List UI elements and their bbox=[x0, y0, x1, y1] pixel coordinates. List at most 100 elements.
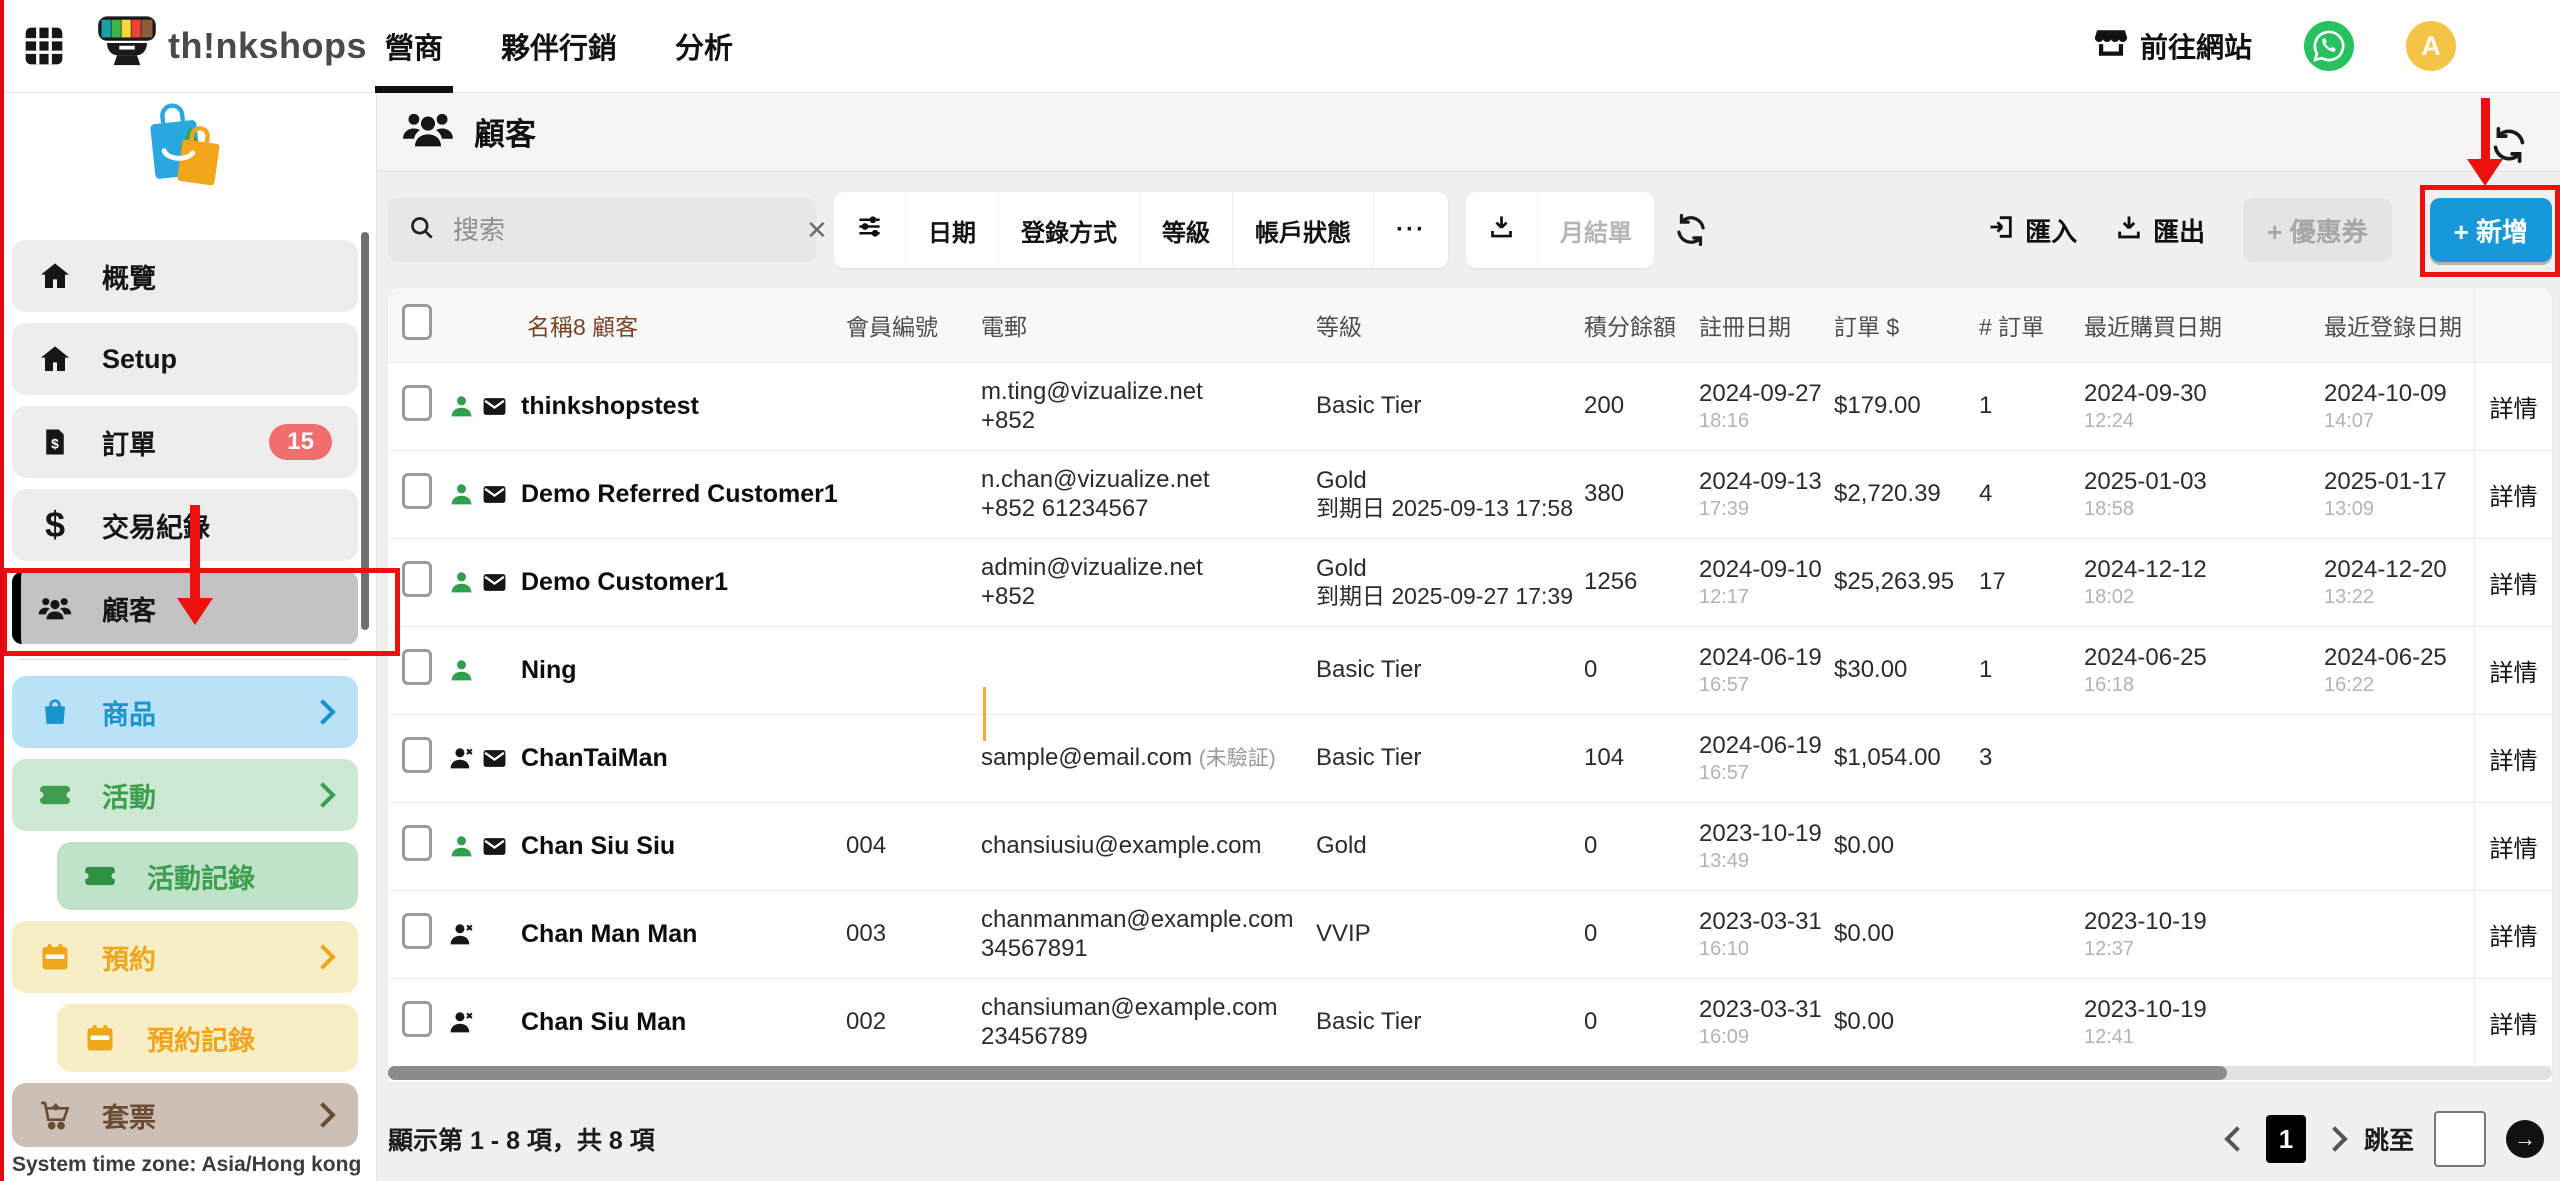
orders-amount: $0.00 bbox=[1796, 832, 1941, 860]
import-button[interactable]: 匯入 bbox=[1987, 212, 2077, 249]
sidebar-item-products[interactable]: 商品 bbox=[12, 676, 358, 748]
member-no: 004 bbox=[808, 832, 943, 860]
search-icon bbox=[408, 214, 435, 246]
row-checkbox[interactable] bbox=[402, 913, 432, 949]
filter-date-button[interactable]: 日期 bbox=[906, 192, 999, 268]
pagination: 1 跳至 → bbox=[2228, 1111, 2544, 1167]
sidebar-item-orders[interactable]: $ 訂單 15 bbox=[12, 406, 358, 478]
registered-date: 2023-03-3116:09 bbox=[1661, 996, 1796, 1050]
customer-name[interactable]: ChanTaiMan bbox=[521, 744, 668, 774]
row-checkbox[interactable] bbox=[402, 1001, 432, 1037]
last-login-date: 2024-06-2516:22 bbox=[2286, 644, 2474, 698]
filter-signup-method-button[interactable]: 登錄方式 bbox=[999, 192, 1140, 268]
column-header-email[interactable]: 電郵 bbox=[943, 308, 1278, 342]
column-header-last-login[interactable]: 最近登錄日期 bbox=[2286, 308, 2474, 342]
row-checkbox[interactable] bbox=[402, 473, 432, 509]
sliders-icon bbox=[856, 213, 883, 247]
registered-date: 2023-10-1913:49 bbox=[1661, 820, 1796, 874]
registered-date: 2024-09-2718:16 bbox=[1661, 380, 1796, 434]
table-row: NingBasic Tier02024-06-1916:57$30.001202… bbox=[388, 627, 2552, 715]
nav-tab-partner-marketing[interactable]: 夥伴行銷 bbox=[501, 25, 617, 67]
details-link[interactable]: 詳情 bbox=[2474, 891, 2552, 978]
sidebar-item-event-records[interactable]: 活動記錄 bbox=[57, 842, 358, 910]
current-page-button[interactable]: 1 bbox=[2266, 1115, 2306, 1163]
row-checkbox[interactable] bbox=[402, 649, 432, 685]
customer-name[interactable]: Chan Siu Siu bbox=[521, 832, 675, 862]
customer-name[interactable]: thinkshopstest bbox=[521, 392, 699, 422]
select-all-checkbox[interactable] bbox=[402, 304, 432, 340]
sidebar-scrollbar[interactable] bbox=[361, 232, 369, 630]
sidebar-item-transactions[interactable]: $ 交易紀錄 bbox=[12, 489, 358, 561]
column-header-tier[interactable]: 等級 bbox=[1278, 308, 1546, 342]
chevron-right-icon bbox=[310, 944, 335, 969]
download-statement-button[interactable] bbox=[1466, 192, 1538, 268]
details-link[interactable]: 詳情 bbox=[2474, 803, 2552, 890]
more-filters-button[interactable]: ··· bbox=[1374, 192, 1448, 268]
row-checkbox[interactable] bbox=[402, 385, 432, 421]
prev-page-icon[interactable] bbox=[2224, 1126, 2249, 1151]
brand-logo[interactable]: th!nkshops bbox=[96, 14, 367, 77]
details-link[interactable]: 詳情 bbox=[2474, 715, 2552, 802]
nav-tab-business[interactable]: 營商 bbox=[385, 25, 443, 67]
column-header-orders-count[interactable]: # 訂單 bbox=[1941, 308, 2046, 342]
member-status-icons bbox=[449, 1010, 521, 1035]
details-link[interactable]: 詳情 bbox=[2474, 451, 2552, 538]
points-balance: 104 bbox=[1546, 744, 1661, 772]
clear-search-icon[interactable]: ✕ bbox=[806, 215, 828, 246]
details-link[interactable]: 詳情 bbox=[2474, 539, 2552, 626]
page-title: 顧客 bbox=[474, 109, 536, 154]
registered-date: 2023-03-3116:10 bbox=[1661, 908, 1796, 962]
sidebar-item-events[interactable]: 活動 bbox=[12, 759, 358, 831]
sidebar-item-setup[interactable]: Setup bbox=[12, 323, 358, 395]
export-button[interactable]: 匯出 bbox=[2115, 212, 2205, 249]
add-coupon-button[interactable]: + 優惠券 bbox=[2243, 198, 2391, 262]
shop-logo-icon bbox=[120, 98, 250, 208]
nav-tab-analytics[interactable]: 分析 bbox=[675, 25, 733, 67]
customer-name[interactable]: Chan Man Man bbox=[521, 920, 697, 950]
column-header-member-no[interactable]: 會員編號 bbox=[808, 308, 943, 342]
last-purchase-date: 2023-10-1912:37 bbox=[2046, 908, 2286, 962]
horizontal-scrollbar-thumb[interactable] bbox=[388, 1066, 2227, 1080]
customer-name[interactable]: Demo Customer1 bbox=[521, 568, 728, 598]
add-customer-button[interactable]: + 新增 bbox=[2430, 198, 2552, 262]
tier-cell: Gold到期日 2025-09-13 17:58 bbox=[1278, 467, 1546, 522]
app-grid-icon[interactable] bbox=[22, 24, 66, 68]
sidebar-item-overview[interactable]: 概覽 bbox=[12, 240, 358, 312]
registered-date: 2024-06-1916:57 bbox=[1661, 732, 1796, 786]
row-checkbox[interactable] bbox=[402, 737, 432, 773]
cart-plus-icon bbox=[38, 1098, 72, 1132]
filter-account-status-button[interactable]: 帳戶狀態 bbox=[1233, 192, 1374, 268]
details-link[interactable]: 詳情 bbox=[2474, 363, 2552, 450]
points-balance: 380 bbox=[1546, 480, 1661, 508]
user-avatar[interactable]: A bbox=[2406, 21, 2456, 71]
customer-name[interactable]: Demo Referred Customer1 bbox=[521, 480, 838, 510]
refresh-icon[interactable] bbox=[2490, 126, 2528, 164]
row-checkbox[interactable] bbox=[402, 561, 432, 597]
column-header-orders-amount[interactable]: 訂單 $ bbox=[1796, 308, 1941, 342]
column-header-name[interactable]: 名稱8 顧客 bbox=[435, 308, 808, 342]
visit-site-link[interactable]: 前往網站 bbox=[2094, 26, 2252, 67]
refresh-list-icon[interactable] bbox=[1674, 213, 1708, 247]
sidebar-item-customers[interactable]: 顧客 bbox=[12, 572, 358, 644]
customer-name[interactable]: Chan Siu Man bbox=[521, 1008, 686, 1038]
monthly-statement-button[interactable]: 月結單 bbox=[1538, 192, 1654, 268]
horizontal-scrollbar-track bbox=[388, 1066, 2552, 1080]
row-checkbox[interactable] bbox=[402, 825, 432, 861]
details-link[interactable]: 詳情 bbox=[2474, 627, 2552, 714]
sidebar-item-bookings[interactable]: 預約 bbox=[12, 921, 358, 993]
details-link[interactable]: 詳情 bbox=[2474, 979, 2552, 1066]
filter-sliders-button[interactable] bbox=[834, 192, 906, 268]
filter-tier-button[interactable]: 等級 bbox=[1140, 192, 1233, 268]
next-page-icon[interactable] bbox=[2322, 1126, 2347, 1151]
column-header-points[interactable]: 積分餘額 bbox=[1546, 308, 1661, 342]
customer-name[interactable]: Ning bbox=[521, 656, 577, 686]
sidebar-item-booking-records[interactable]: 預約記錄 bbox=[57, 1004, 358, 1072]
column-header-last-purchase[interactable]: 最近購買日期 bbox=[2046, 308, 2286, 342]
sidebar-item-packages[interactable]: 套票 bbox=[12, 1083, 358, 1147]
search-box: ✕ bbox=[388, 198, 816, 262]
search-input[interactable] bbox=[451, 214, 790, 247]
jump-to-page-input[interactable] bbox=[2434, 1111, 2486, 1167]
column-header-registered[interactable]: 註冊日期 bbox=[1661, 308, 1796, 342]
whatsapp-icon[interactable] bbox=[2304, 21, 2354, 71]
jump-go-icon[interactable]: → bbox=[2506, 1120, 2544, 1158]
